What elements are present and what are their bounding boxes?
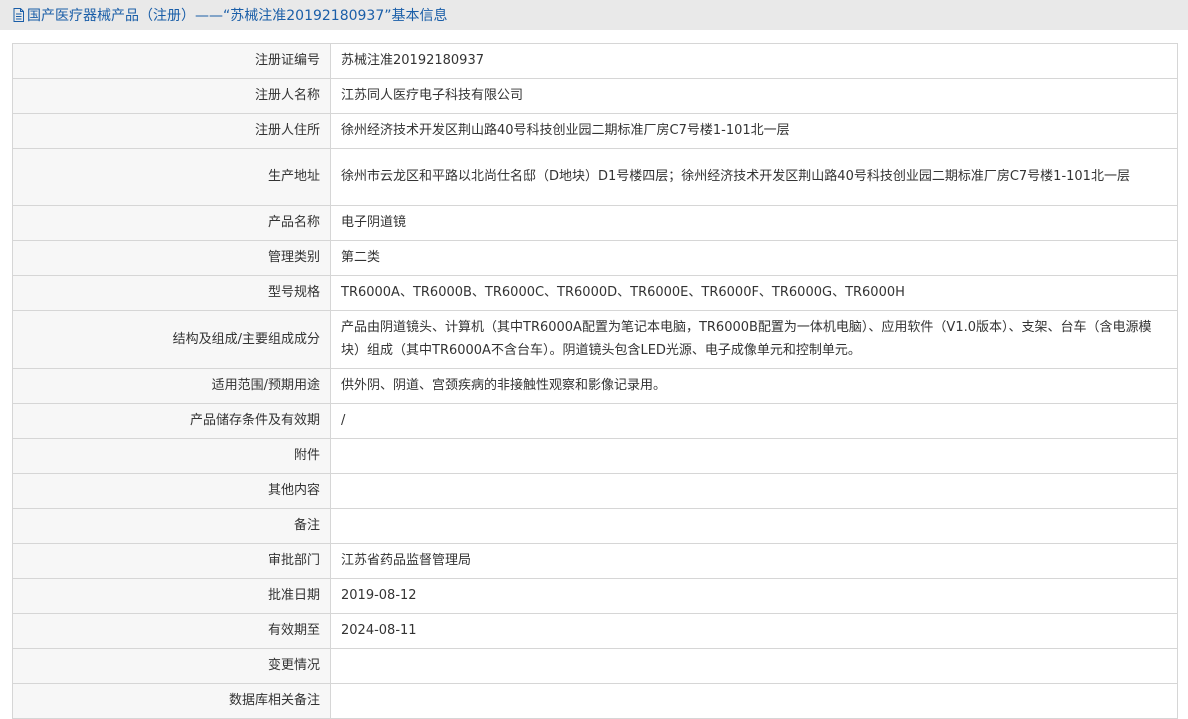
row-label: 生产地址 [12,148,331,206]
table-row: 结构及组成/主要组成成分 产品由阴道镜头、计算机（其中TR6000A配置为笔记本电… [12,310,1178,369]
row-label: 型号规格 [12,275,331,311]
table-row: 批准日期 2019-08-12 [12,578,1178,614]
row-label: 产品储存条件及有效期 [12,403,331,439]
row-label: 结构及组成/主要组成成分 [12,310,331,369]
table-row: 附件 [12,438,1178,474]
row-value [330,438,1178,474]
table-row: 审批部门 江苏省药品监督管理局 [12,543,1178,579]
page-header: 国产医疗器械产品（注册）——“苏械注准20192180937”基本信息 [0,0,1188,30]
detail-table: 注册证编号 苏械注准20192180937 注册人名称 江苏同人医疗电子科技有限公司… [12,43,1178,719]
table-row: 产品名称 电子阴道镜 [12,205,1178,241]
row-label: 附件 [12,438,331,474]
row-value: 第二类 [330,240,1178,276]
row-value: 供外阴、阴道、宫颈疾病的非接触性观察和影像记录用。 [330,368,1178,404]
page-title: 国产医疗器械产品（注册）——“苏械注准20192180937”基本信息 [27,8,448,24]
row-label: 注册人住所 [12,113,331,149]
table-row: 型号规格 TR6000A、TR6000B、TR6000C、TR6000D、TR60… [12,275,1178,311]
row-value: 江苏同人医疗电子科技有限公司 [330,78,1178,114]
row-value [330,508,1178,544]
row-label: 变更情况 [12,648,331,684]
table-row: 产品储存条件及有效期 / [12,403,1178,439]
row-label: 备注 [12,508,331,544]
table-row: 变更情况 [12,648,1178,684]
row-value [330,648,1178,684]
row-value: 电子阴道镜 [330,205,1178,241]
row-label: 适用范围/预期用途 [12,368,331,404]
detail-table-container: 注册证编号 苏械注准20192180937 注册人名称 江苏同人医疗电子科技有限公司… [12,43,1178,719]
row-value [330,473,1178,509]
row-label: 管理类别 [12,240,331,276]
table-row: 管理类别 第二类 [12,240,1178,276]
row-label: 注册人名称 [12,78,331,114]
row-label: 其他内容 [12,473,331,509]
row-value: 2019-08-12 [330,578,1178,614]
row-label: 有效期至 [12,613,331,649]
row-value: 产品由阴道镜头、计算机（其中TR6000A配置为笔记本电脑，TR6000B配置为… [330,310,1178,369]
row-label: 注册证编号 [12,43,331,79]
table-row: 生产地址 徐州市云龙区和平路以北尚仕名邸（D地块）D1号楼四层；徐州经济技术开发区… [12,148,1178,206]
row-value: 苏械注准20192180937 [330,43,1178,79]
row-label: 产品名称 [12,205,331,241]
table-row: 备注 [12,508,1178,544]
row-value: 江苏省药品监督管理局 [330,543,1178,579]
table-row: 有效期至 2024-08-11 [12,613,1178,649]
document-icon [13,8,24,22]
row-value: 徐州经济技术开发区荆山路40号科技创业园二期标准厂房C7号楼1-101北一层 [330,113,1178,149]
row-label: 批准日期 [12,578,331,614]
table-row: 适用范围/预期用途 供外阴、阴道、宫颈疾病的非接触性观察和影像记录用。 [12,368,1178,404]
table-row: 数据库相关备注 [12,683,1178,719]
row-value: 2024-08-11 [330,613,1178,649]
table-row: 注册证编号 苏械注准20192180937 [12,43,1178,79]
row-value: 徐州市云龙区和平路以北尚仕名邸（D地块）D1号楼四层；徐州经济技术开发区荆山路4… [330,148,1178,206]
row-value [330,683,1178,719]
table-row: 其他内容 [12,473,1178,509]
row-value: TR6000A、TR6000B、TR6000C、TR6000D、TR6000E、… [330,275,1178,311]
row-label: 数据库相关备注 [12,683,331,719]
row-value: / [330,403,1178,439]
table-row: 注册人名称 江苏同人医疗电子科技有限公司 [12,78,1178,114]
row-label: 审批部门 [12,543,331,579]
table-row: 注册人住所 徐州经济技术开发区荆山路40号科技创业园二期标准厂房C7号楼1-101… [12,113,1178,149]
